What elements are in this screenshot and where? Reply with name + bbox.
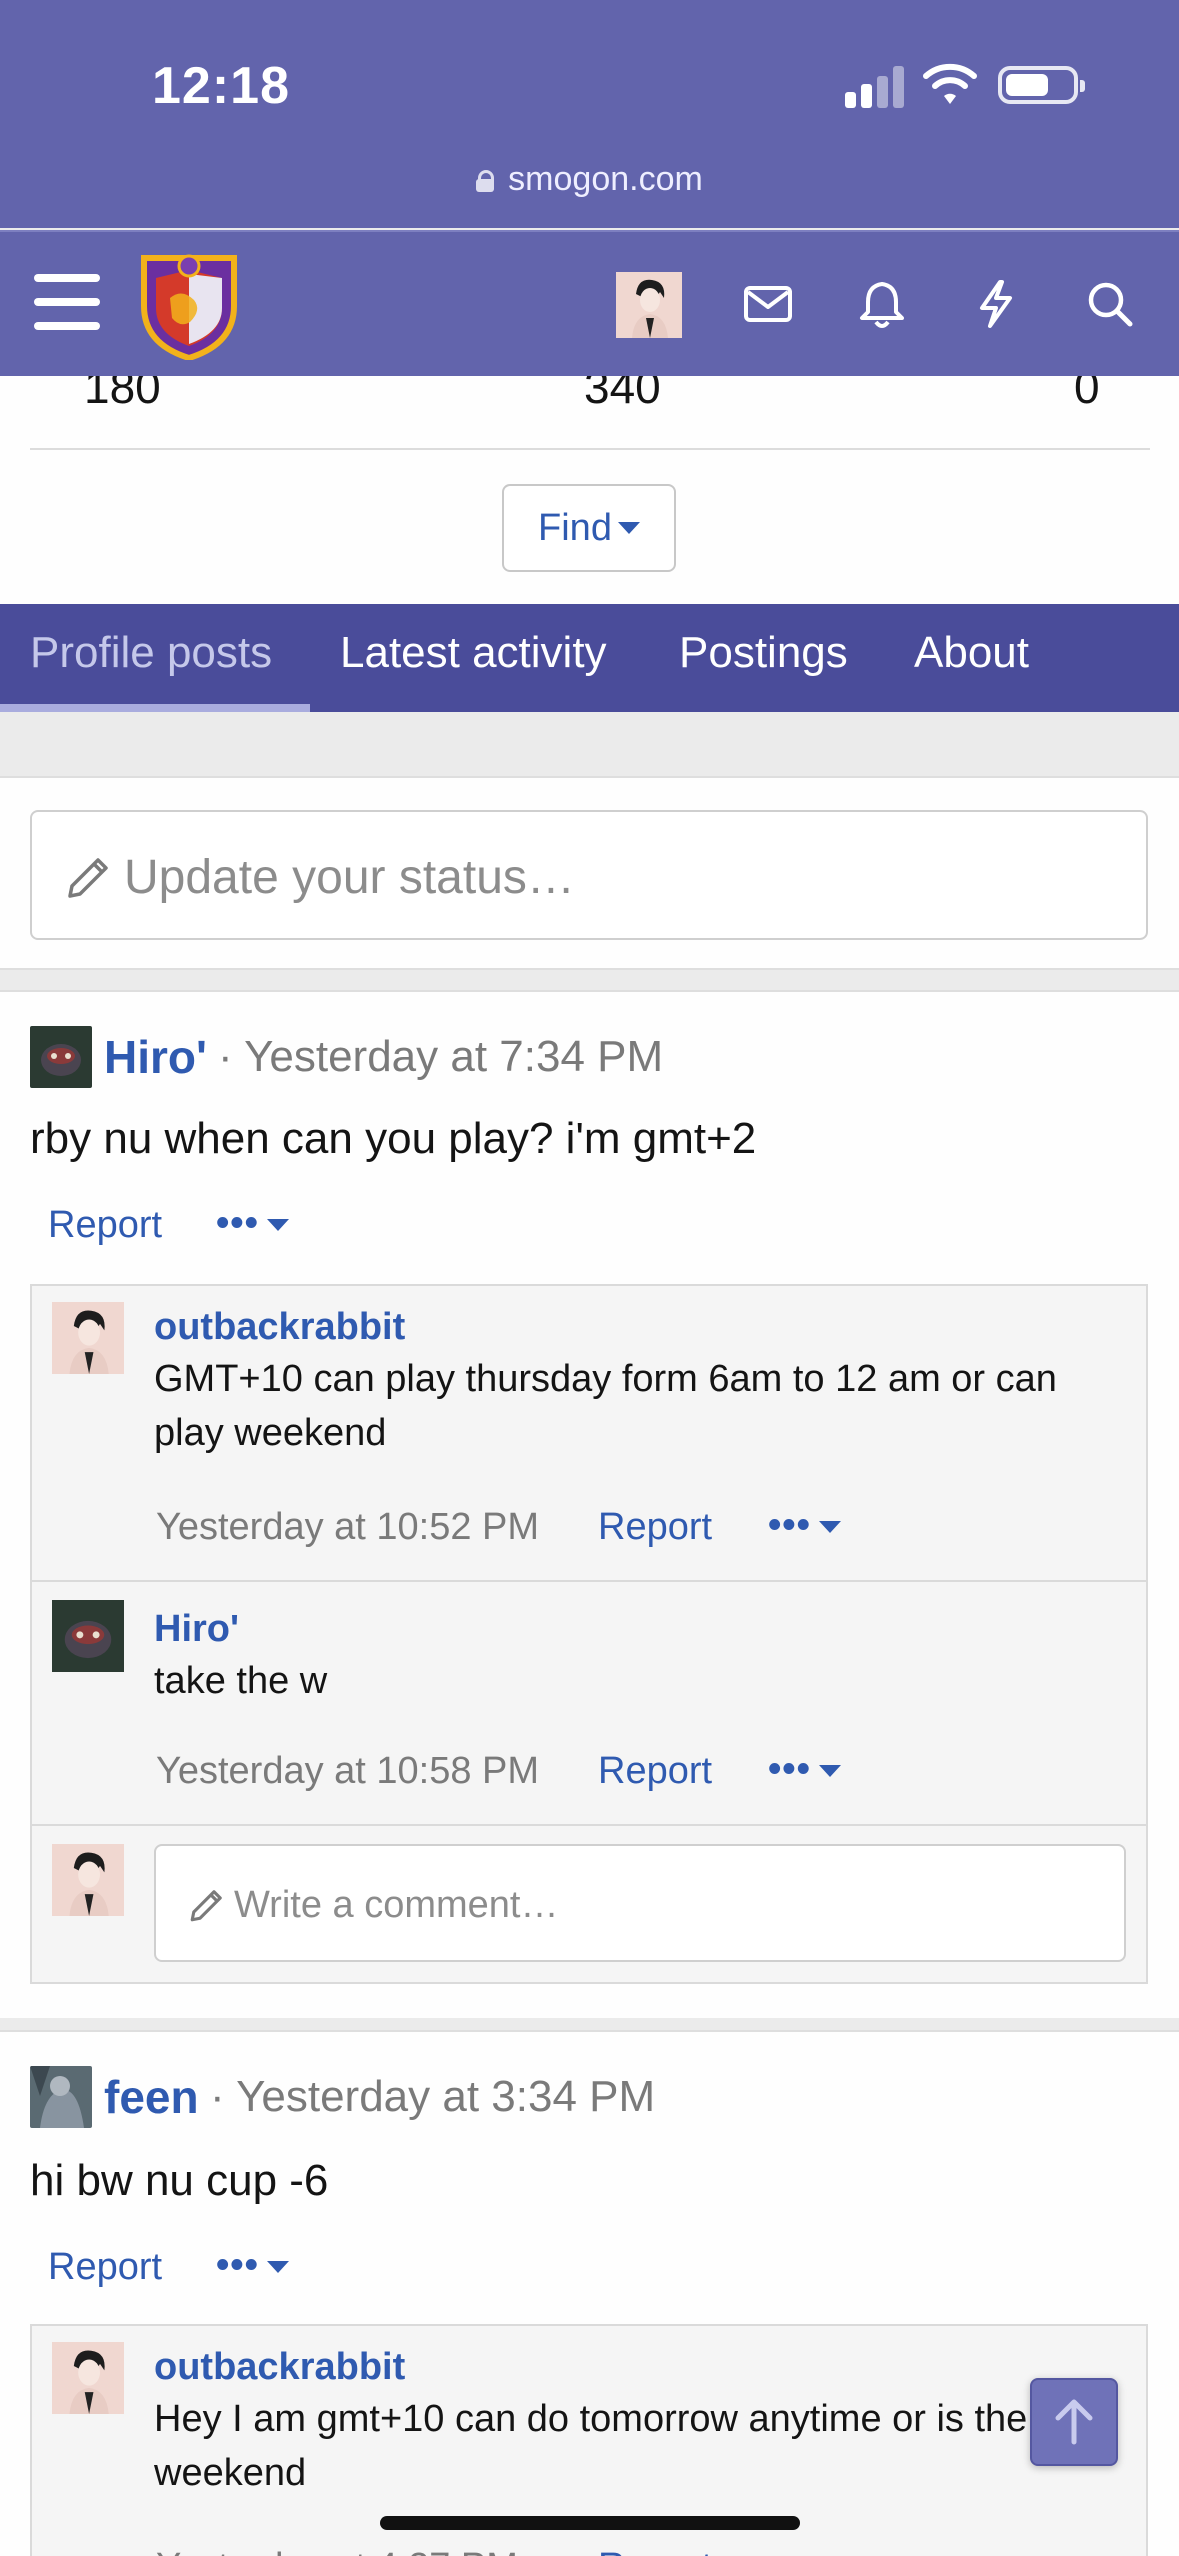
pencil-icon (68, 858, 108, 898)
comment-time[interactable]: Yesterday at 4:27 PM (156, 2546, 518, 2556)
chevron-down-icon (818, 1765, 841, 1777)
url-bar[interactable]: smogon.com (0, 160, 1179, 199)
tab-about[interactable]: About (914, 628, 1029, 678)
arrow-up-icon (1055, 2399, 1093, 2445)
report-link[interactable]: Report (48, 2246, 162, 2289)
comment-input-placeholder: Write a comment… (234, 1884, 559, 1926)
avatar[interactable] (52, 2342, 124, 2414)
status-time: 12:18 (152, 57, 290, 115)
comment-body: GMT+10 can play thursday form 6am to 12 … (154, 1358, 1057, 1454)
lock-icon (476, 170, 495, 192)
report-link[interactable]: Report (598, 1750, 712, 1793)
scroll-to-top-button[interactable] (1030, 2378, 1118, 2466)
tab-profile-posts[interactable]: Profile posts (30, 628, 272, 678)
ellipsis-icon: ••• (216, 2244, 259, 2286)
tab-latest-activity[interactable]: Latest activity (340, 628, 607, 678)
report-link[interactable]: Report (598, 1506, 712, 1549)
avatar (52, 1844, 124, 1916)
home-indicator (380, 2516, 800, 2530)
site-nav-bar (0, 230, 1179, 376)
active-tab-indicator (0, 704, 310, 712)
chevron-down-icon (266, 1219, 289, 1231)
report-link[interactable]: Report (598, 2546, 712, 2556)
comment: Hiro' take the w Yesterday at 10:58 PM R… (32, 1582, 1146, 1826)
avatar[interactable] (30, 1026, 92, 1088)
comment-author[interactable]: outbackrabbit (154, 1306, 405, 1349)
url-text: smogon.com (508, 160, 703, 198)
more-options-button[interactable]: ••• (768, 2544, 841, 2556)
comment-author[interactable]: Hiro' (154, 1608, 239, 1651)
status-update-block: Update your status… (0, 776, 1179, 970)
status-input[interactable]: Update your status… (30, 810, 1148, 940)
comment-time[interactable]: Yesterday at 10:58 PM (156, 1750, 539, 1793)
post-time[interactable]: · Yesterday at 3:34 PM (210, 2072, 655, 2122)
user-avatar[interactable] (616, 272, 682, 338)
comment-time[interactable]: Yesterday at 10:52 PM (156, 1506, 539, 1549)
avatar[interactable] (52, 1302, 124, 1374)
wifi-icon (923, 63, 977, 104)
comment-input[interactable]: Write a comment… (154, 1844, 1126, 1962)
find-button[interactable]: Find (502, 484, 676, 572)
comment-author[interactable]: outbackrabbit (154, 2346, 405, 2389)
report-link[interactable]: Report (48, 1204, 162, 1247)
lightning-bolt-icon[interactable] (968, 276, 1024, 332)
inbox-icon[interactable] (740, 276, 796, 332)
ellipsis-icon: ••• (768, 2544, 811, 2556)
ellipsis-icon: ••• (216, 1202, 259, 1244)
divider (30, 448, 1150, 450)
profile-post: Hiro' · Yesterday at 7:34 PM rby nu when… (0, 990, 1179, 2018)
post-author[interactable]: feen (104, 2070, 199, 2124)
more-options-button[interactable]: ••• (216, 1202, 289, 1245)
post-author[interactable]: Hiro' (104, 1030, 207, 1084)
more-options-button[interactable]: ••• (216, 2244, 289, 2287)
avatar[interactable] (52, 1600, 124, 1672)
status-input-placeholder: Update your status… (124, 851, 575, 904)
comment: outbackrabbit GMT+10 can play thursday f… (32, 1286, 1146, 1582)
more-options-button[interactable]: ••• (768, 1504, 841, 1547)
more-options-button[interactable]: ••• (768, 1748, 841, 1791)
tab-postings[interactable]: Postings (679, 628, 848, 678)
chevron-down-icon (818, 1521, 841, 1533)
bell-icon[interactable] (854, 276, 910, 332)
chevron-down-icon (617, 522, 640, 534)
comments-list: outbackrabbit GMT+10 can play thursday f… (30, 1284, 1148, 1984)
spacer (0, 712, 1179, 776)
battery-icon (998, 66, 1085, 104)
cellular-signal-icon (845, 64, 905, 108)
ellipsis-icon: ••• (768, 1748, 811, 1790)
search-icon[interactable] (1082, 276, 1138, 332)
avatar[interactable] (30, 2066, 92, 2128)
find-button-label: Find (538, 507, 612, 549)
smogon-logo[interactable] (136, 248, 242, 360)
profile-post: feen · Yesterday at 3:34 PM hi bw nu cup… (0, 2030, 1179, 2556)
pencil-icon (190, 1890, 222, 1922)
post-time[interactable]: · Yesterday at 7:34 PM (218, 1032, 663, 1082)
ellipsis-icon: ••• (768, 1504, 811, 1546)
comment-body: Hey I am gmt+10 can do tomorrow anytime … (154, 2398, 1028, 2494)
post-body: hi bw nu cup -6 (30, 2156, 329, 2205)
chevron-down-icon (266, 2261, 289, 2273)
profile-stats: 180 340 0 Find (0, 361, 1179, 606)
post-body: rby nu when can you play? i'm gmt+2 (30, 1114, 757, 1163)
profile-tabs: Profile posts Latest activity Postings A… (0, 604, 1179, 712)
menu-icon[interactable] (34, 274, 100, 330)
comment-body: take the w (154, 1660, 328, 1702)
browser-top-bar: 12:18 smogon.com (0, 0, 1179, 228)
